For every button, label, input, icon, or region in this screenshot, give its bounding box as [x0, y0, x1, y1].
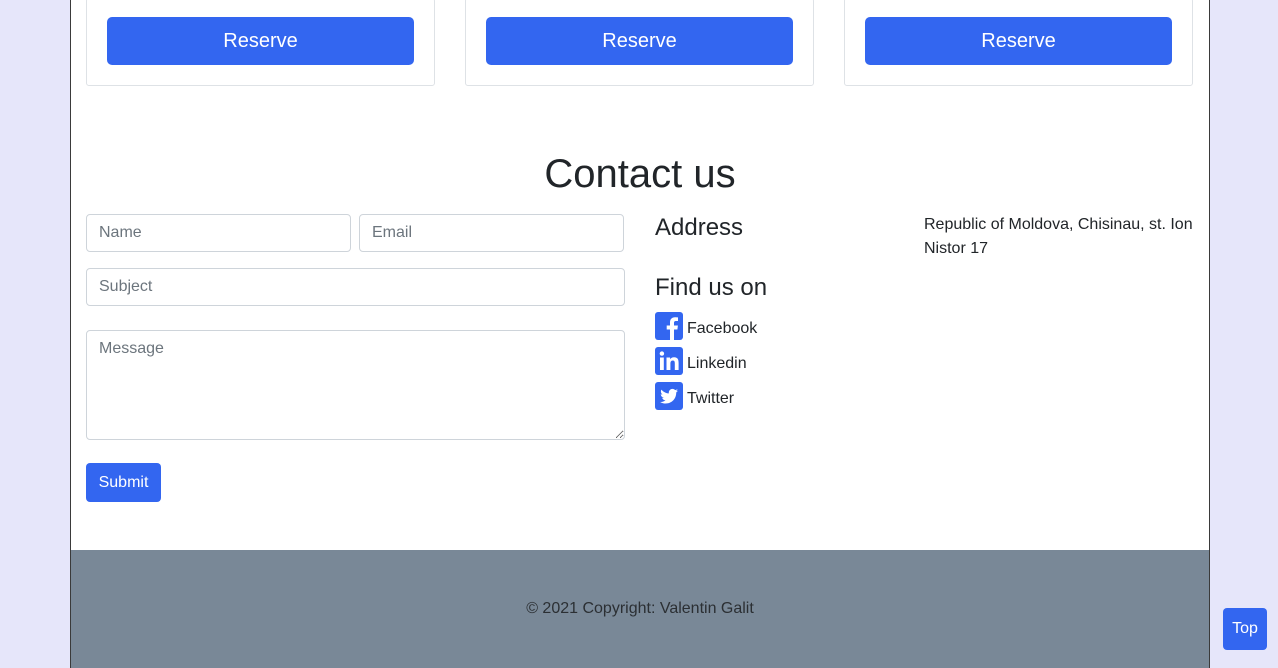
- reserve-button[interactable]: Reserve: [107, 17, 414, 65]
- pricing-card: Reserve: [465, 0, 814, 86]
- submit-button[interactable]: Submit: [86, 463, 161, 502]
- contact-title: Contact us: [544, 152, 736, 196]
- linkedin-icon: [655, 347, 683, 375]
- twitter-icon: [655, 382, 683, 410]
- email-input[interactable]: [359, 214, 624, 252]
- linkedin-link[interactable]: Linkedin: [655, 346, 747, 376]
- address-heading: Address: [655, 214, 744, 241]
- pricing-card: Reserve: [844, 0, 1193, 86]
- footer: © 2021 Copyright: Valentin Galit: [71, 550, 1209, 668]
- reserve-button[interactable]: Reserve: [486, 17, 793, 65]
- twitter-link[interactable]: Twitter: [655, 381, 734, 411]
- pricing-card: Reserve: [86, 0, 435, 86]
- back-to-top-button[interactable]: Top: [1223, 608, 1267, 650]
- find-us-heading: Find us on: [655, 274, 768, 301]
- subject-input[interactable]: [86, 268, 625, 306]
- page-container: Reserve Reserve Reserve Contact us Submi…: [70, 0, 1210, 668]
- address-text: Republic of Moldova, Chisinau, st. Ion N…: [924, 216, 1193, 257]
- copyright-text: © 2021 Copyright: Valentin Galit: [526, 600, 754, 617]
- facebook-label: Facebook: [687, 320, 758, 337]
- name-input[interactable]: [86, 214, 351, 252]
- twitter-label: Twitter: [687, 390, 735, 407]
- linkedin-label: Linkedin: [687, 355, 747, 372]
- facebook-link[interactable]: Facebook: [655, 311, 757, 341]
- message-textarea[interactable]: [86, 330, 625, 440]
- reserve-button[interactable]: Reserve: [865, 17, 1172, 65]
- facebook-icon: [655, 312, 683, 340]
